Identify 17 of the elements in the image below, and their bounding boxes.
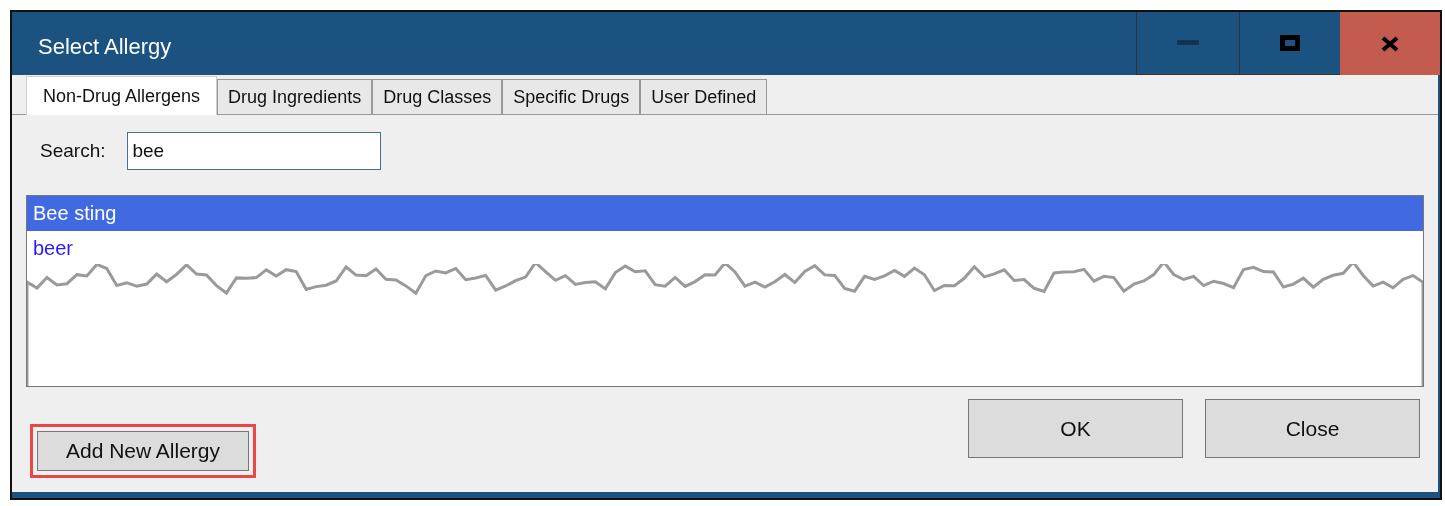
dialog-button[interactable]: Close xyxy=(1205,399,1420,458)
tab[interactable]: Non-Drug Allergens xyxy=(26,76,218,115)
maximize-icon xyxy=(1280,35,1300,51)
close-icon xyxy=(1381,35,1399,52)
tab[interactable]: Specific Drugs xyxy=(502,79,641,115)
tab[interactable]: Drug Classes xyxy=(372,79,503,115)
tab[interactable]: User Defined xyxy=(640,79,768,115)
dialog-button[interactable]: OK xyxy=(968,399,1183,458)
tab[interactable]: Drug Ingredients xyxy=(217,79,373,115)
minimize-icon xyxy=(1177,40,1199,46)
list-item[interactable]: Bee sting xyxy=(27,196,1423,231)
list-item[interactable]: beer xyxy=(27,231,1423,266)
add-new-allergy-button[interactable]: Add New Allergy xyxy=(30,424,256,478)
search-field[interactable]: bee xyxy=(127,132,382,170)
close-button[interactable] xyxy=(1340,12,1440,75)
search-label: Search: xyxy=(40,138,106,163)
window-title: Select Allergy xyxy=(37,33,173,61)
